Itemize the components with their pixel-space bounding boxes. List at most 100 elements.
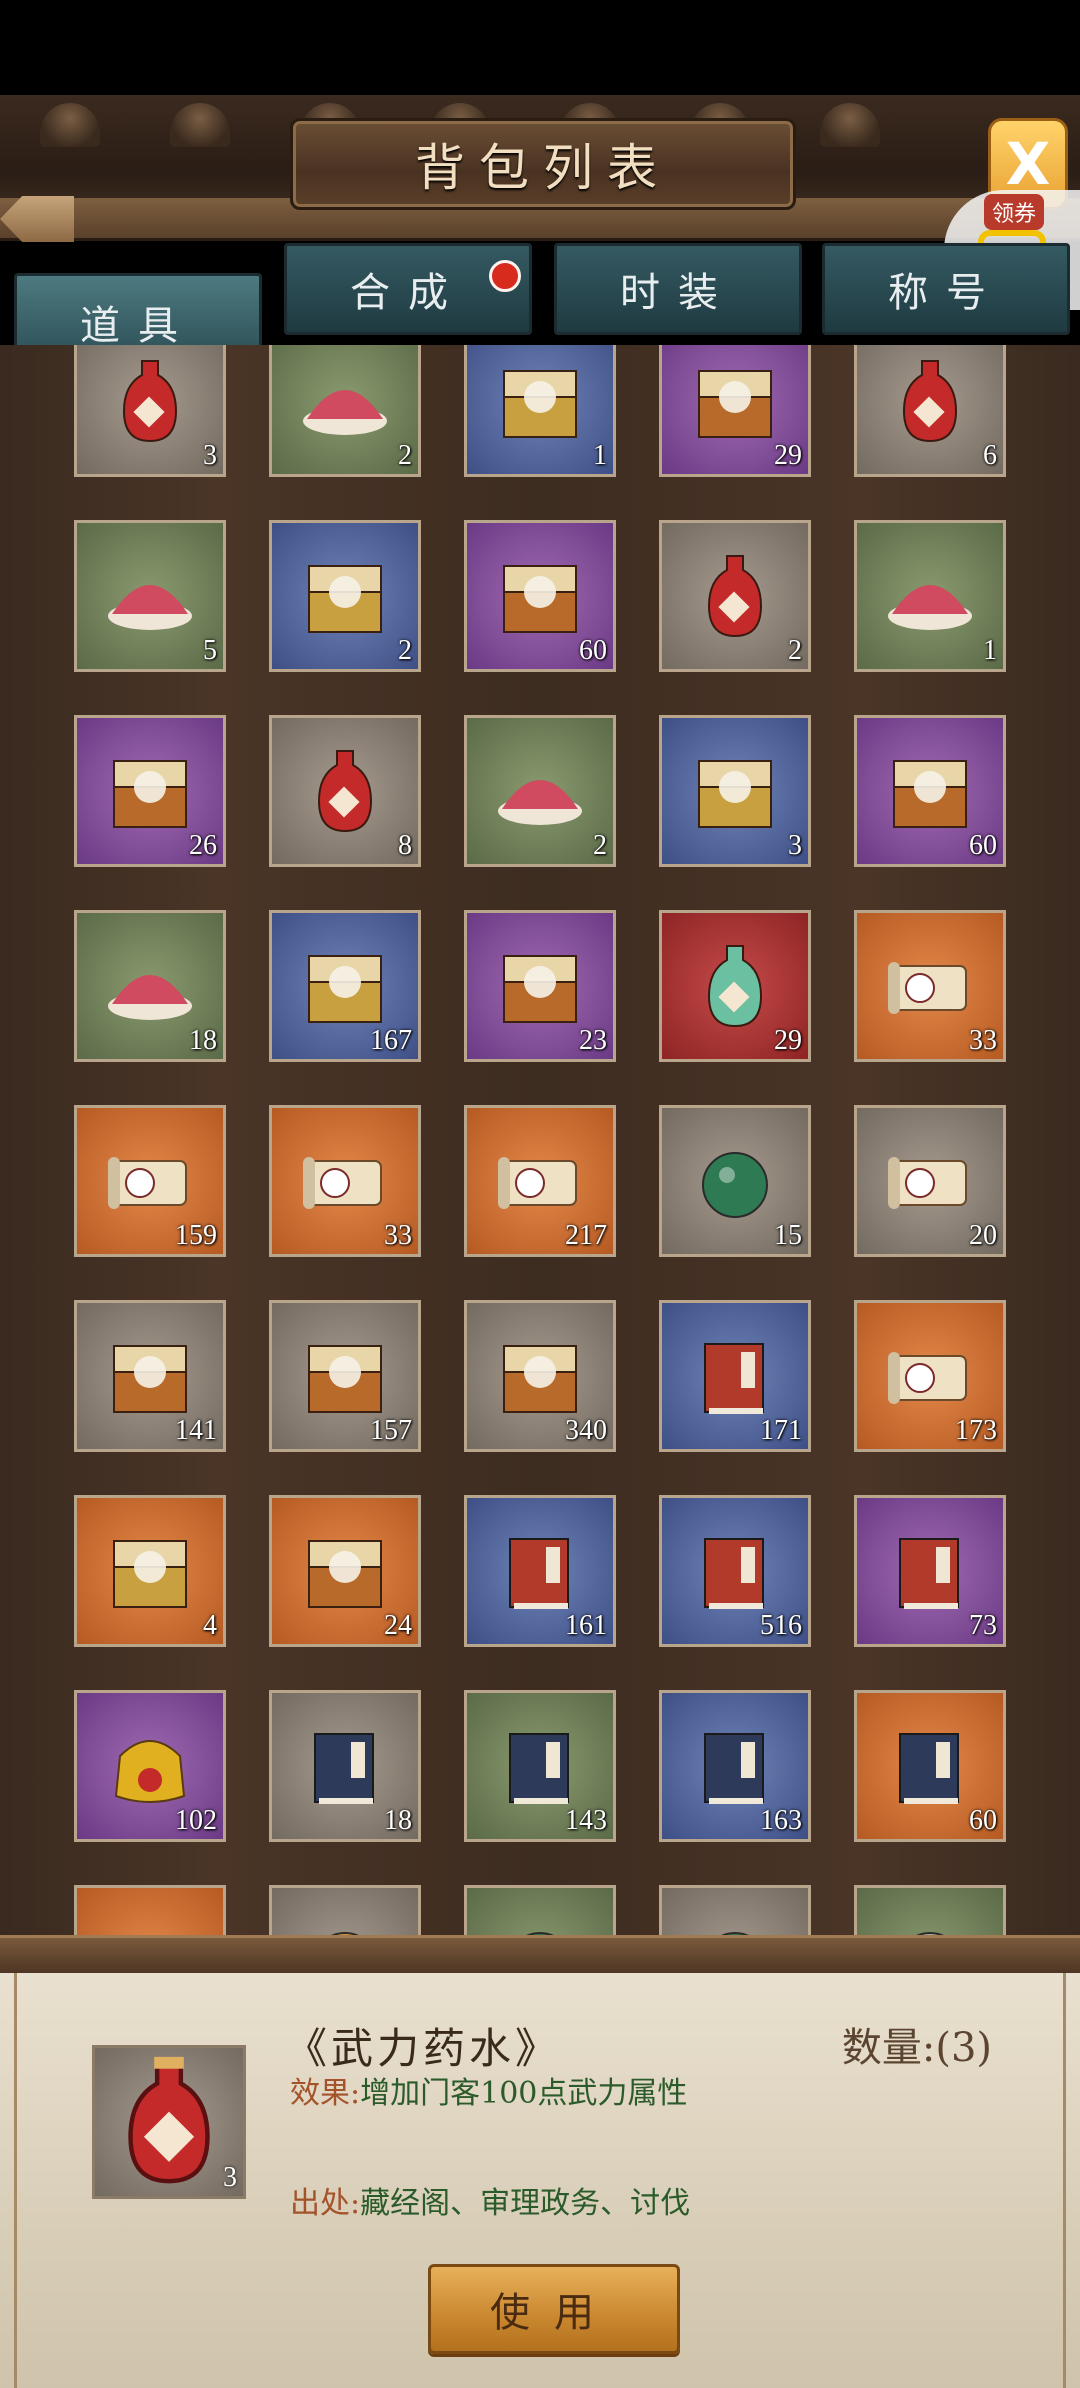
inventory-slot[interactable]: 3: [74, 345, 226, 477]
inventory-slot[interactable]: 171: [659, 1300, 811, 1452]
item-count: 29: [774, 1025, 802, 1056]
inventory-slot[interactable]: [74, 1885, 226, 1935]
inventory-slot[interactable]: 5: [74, 520, 226, 672]
inventory-slot[interactable]: 2: [659, 520, 811, 672]
item-count: 2: [593, 830, 607, 861]
inventory-slot[interactable]: 29: [659, 345, 811, 477]
rainbow-orb-box-icon: [308, 955, 382, 1023]
inventory-slot[interactable]: 1: [464, 345, 616, 477]
orange-powder-icon: [888, 585, 972, 630]
red-manual-icon: [704, 1733, 764, 1804]
inventory-slot[interactable]: 60: [464, 520, 616, 672]
inventory-slot[interactable]: 33: [269, 1105, 421, 1257]
inventory-slot[interactable]: 2: [269, 345, 421, 477]
scroll-zhi-icon: [108, 1157, 187, 1209]
gold-bundle-icon: [114, 1740, 186, 1803]
item-count: 24: [384, 1610, 412, 1641]
inventory-slot[interactable]: 340: [464, 1300, 616, 1452]
inventory-slot[interactable]: 157: [269, 1300, 421, 1452]
red-orb-box-icon: [503, 370, 577, 438]
inventory-slot[interactable]: 29: [659, 910, 811, 1062]
inventory-grid-area[interactable]: 3 2 1 29 6 5 2 60 2 1 26 8 2 3 60 18 167 23 29 33 159 33 217 15…: [0, 345, 1080, 1935]
tab-fashion-label: 时装: [620, 270, 736, 316]
red-orb-chest-icon: [308, 1345, 382, 1413]
inventory-slot[interactable]: 18: [269, 1690, 421, 1842]
scroll-zheng-icon: [303, 1157, 382, 1209]
red-orb-chest-icon: [698, 370, 772, 438]
effect-label: 效果:: [290, 2076, 361, 2111]
tab-title[interactable]: 称号: [822, 243, 1070, 335]
use-button[interactable]: 使用: [428, 2264, 680, 2354]
inventory-slot[interactable]: 26: [74, 715, 226, 867]
notification-dot: [489, 260, 521, 292]
item-count: 217: [565, 1220, 607, 1251]
inventory-slot[interactable]: 60: [854, 1690, 1006, 1842]
item-quantity: 数量:(3): [841, 2025, 992, 2071]
inventory-slot[interactable]: [269, 1885, 421, 1935]
inventory-slot[interactable]: 167: [269, 910, 421, 1062]
green-orb-chest-icon: [503, 1345, 577, 1413]
inventory-slot[interactable]: 60: [854, 715, 1006, 867]
inventory-slot[interactable]: 73: [854, 1495, 1006, 1647]
inventory-slot[interactable]: 33: [854, 910, 1006, 1062]
item-count: 141: [175, 1415, 217, 1446]
inventory-slot[interactable]: 2: [269, 520, 421, 672]
tab-bar: 道具 合成 时装 称号: [0, 235, 1080, 371]
inventory-slot[interactable]: 516: [659, 1495, 811, 1647]
rainbow-gourd-icon: [707, 945, 763, 1028]
inventory-slot[interactable]: 161: [464, 1495, 616, 1647]
inventory-slot[interactable]: 143: [464, 1690, 616, 1842]
detail-item-icon: 3: [92, 2045, 246, 2199]
source-label: 出处:: [290, 2186, 361, 2221]
blue-powder-icon: [108, 585, 192, 630]
inventory-slot[interactable]: 6: [854, 345, 1006, 477]
skill-manual-icon: [899, 1733, 959, 1804]
inventory-slot[interactable]: [659, 1885, 811, 1935]
inventory-slot[interactable]: 20: [854, 1105, 1006, 1257]
inventory-slot[interactable]: 24: [269, 1495, 421, 1647]
inventory-slot[interactable]: 173: [854, 1300, 1006, 1452]
jade-beast-icon: [702, 1152, 768, 1218]
item-count: 60: [969, 1805, 997, 1836]
scroll-mei-icon: [498, 1157, 577, 1209]
item-count: 73: [969, 1610, 997, 1641]
item-count: 5: [203, 635, 217, 666]
inventory-slot[interactable]: 3: [659, 715, 811, 867]
effect-text: 增加门客100点武力属性: [360, 2076, 688, 2111]
inventory-slot[interactable]: 141: [74, 1300, 226, 1452]
inventory-slot[interactable]: 15: [659, 1105, 811, 1257]
item-count: 23: [579, 1025, 607, 1056]
item-count: 3: [203, 440, 217, 471]
inventory-slot[interactable]: 1: [854, 520, 1006, 672]
blue-scroll-liang-icon: [888, 1157, 967, 1209]
tab-craft-label: 合成: [350, 270, 466, 316]
item-count: 167: [370, 1025, 412, 1056]
item-count: 102: [175, 1805, 217, 1836]
orange-orb-chest-icon: [113, 760, 187, 828]
item-count: 60: [579, 635, 607, 666]
inventory-slot[interactable]: 217: [464, 1105, 616, 1257]
inventory-slot[interactable]: 23: [464, 910, 616, 1062]
item-count: 15: [774, 1220, 802, 1251]
inventory-slot[interactable]: 8: [269, 715, 421, 867]
tab-fashion[interactable]: 时装: [554, 243, 802, 335]
orange-pendant-icon: [331, 1932, 359, 1935]
inventory-slot[interactable]: 102: [74, 1690, 226, 1842]
navy-manual-icon: [314, 1733, 374, 1804]
inventory-slot[interactable]: [854, 1885, 1006, 1935]
gold-bundle-book-icon: [899, 1538, 959, 1609]
item-effect: 效果:增加门客100点武力属性: [290, 2068, 687, 2112]
inventory-slot[interactable]: 159: [74, 1105, 226, 1257]
blue-potion-zhi-icon: [902, 360, 958, 443]
item-count: 8: [398, 830, 412, 861]
inventory-slot[interactable]: 4: [74, 1495, 226, 1647]
exp-book-icon: [704, 1538, 764, 1609]
inventory-slot[interactable]: 18: [74, 910, 226, 1062]
inventory-slot[interactable]: 163: [659, 1690, 811, 1842]
inventory-slot[interactable]: [464, 1885, 616, 1935]
use-button-label: 使用: [490, 2290, 618, 2336]
item-source: 出处:藏经阁、审理政务、讨伐: [290, 2178, 690, 2222]
inventory-slot[interactable]: 2: [464, 715, 616, 867]
item-count: 33: [384, 1220, 412, 1251]
tab-craft[interactable]: 合成: [284, 243, 532, 335]
